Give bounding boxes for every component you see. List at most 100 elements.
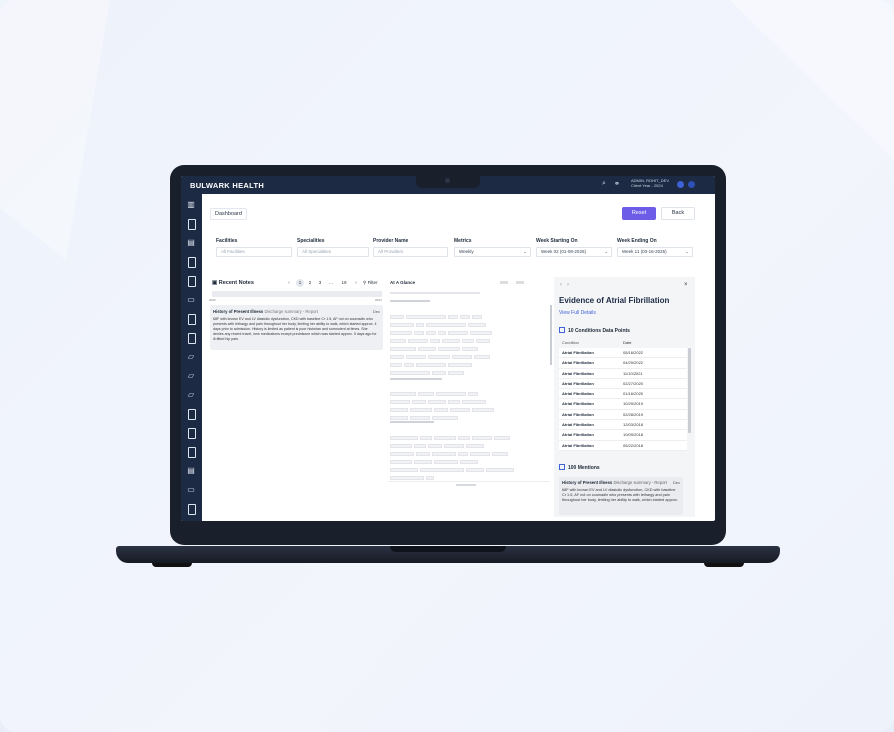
document-icon[interactable] [186, 257, 196, 268]
page-ellipsis: ... [329, 280, 333, 285]
date-cell: 04/29/2022 [623, 360, 644, 366]
timeline-track[interactable] [212, 291, 382, 297]
condition-cell: Atrial Fibrillation [562, 401, 594, 407]
table-row[interactable]: Atrial Fibrillation 02/28/2019 [559, 409, 687, 421]
chip-row [390, 435, 540, 448]
view-full-details-link[interactable]: View Full Details [559, 310, 596, 316]
chevron-down-icon: ⌄ [604, 249, 608, 254]
document-icon[interactable] [186, 447, 196, 458]
pager-placeholder [456, 484, 476, 486]
document-icon[interactable] [186, 276, 196, 287]
chat-icon[interactable]: ▱ [186, 352, 196, 362]
close-icon[interactable]: × [684, 282, 688, 288]
mention-heading: History of Present Illness Discharge sum… [562, 480, 667, 485]
condition-cell: Atrial Fibrillation [562, 411, 594, 417]
filter-icon: ⚲ [363, 280, 367, 285]
table-row[interactable]: Atrial Fibrillation 02/27/2020 [559, 378, 687, 390]
column-condition: Condition [562, 340, 579, 345]
reset-button[interactable]: Reset [622, 207, 656, 220]
back-button[interactable]: Back [661, 207, 695, 220]
page-3[interactable]: 3 [316, 279, 324, 287]
timeline-year-end: 2024 [375, 298, 382, 302]
mentions-icon [559, 464, 565, 470]
table-scrollbar[interactable] [688, 348, 691, 433]
table-row[interactable]: Atrial Fibrillation 12/03/2018 [559, 420, 687, 431]
notification-icon[interactable] [677, 181, 684, 188]
date-cell: 02/27/2020 [623, 380, 644, 386]
table-row[interactable]: Atrial Fibrillation 04/29/2022 [559, 358, 687, 369]
page-2[interactable]: 2 [306, 279, 314, 287]
evidence-title: Evidence of Atrial Fibrillation [559, 296, 670, 305]
date-cell: 02/28/2019 [623, 411, 644, 417]
chip-row [390, 338, 540, 351]
filter-button[interactable]: ⚲ Filter [363, 280, 378, 286]
card-icon[interactable]: ▭ [186, 295, 196, 305]
chip-row [390, 427, 540, 440]
prev-icon[interactable]: ‹ [560, 282, 562, 288]
mention-body: 68F with known EV and LV diastolic dysfu… [562, 488, 679, 502]
sidebar: ▥ ▤ ▭ ▱ ▱ ▱ ▤ ▭ [181, 194, 202, 521]
filter-label: Filter [367, 280, 378, 285]
document-icon[interactable] [186, 333, 196, 344]
user-info[interactable]: ADMIN, ROHIT_DEV Client Year - 2024 [631, 178, 669, 188]
date-cell: 05/22/2018 [623, 442, 644, 448]
search-icon[interactable]: ⌕ [602, 180, 606, 188]
facilities-input[interactable]: All Facilities [216, 247, 292, 257]
page-19[interactable]: 19 [340, 279, 348, 287]
power-icon[interactable] [688, 181, 695, 188]
table-row[interactable]: Atrial Fibrillation 01/16/2020 [559, 389, 687, 400]
table-row[interactable]: Atrial Fibrillation 05/22/2018 [559, 440, 687, 451]
conditions-table: Condition Date Atrial Fibrillation 05/16/2… [559, 338, 687, 451]
mention-card[interactable]: History of Present Illness Discharge sum… [559, 477, 683, 515]
at-a-glance-scrollbar[interactable] [550, 305, 552, 365]
at-a-glance-panel: At A Glance [388, 277, 552, 513]
table-icon [559, 327, 565, 333]
prev-page-icon[interactable]: ‹ [285, 279, 293, 287]
table-row[interactable]: Atrial Fibrillation 11/10/2021 [559, 368, 687, 379]
date-cell: 10/09/2018 [623, 432, 644, 438]
chip-row [390, 346, 540, 359]
breadcrumb-dashboard[interactable]: Dashboard [210, 208, 247, 220]
chat-icon[interactable]: ▱ [186, 371, 196, 381]
next-icon[interactable]: › [567, 282, 569, 288]
list-icon[interactable]: ▤ [186, 238, 196, 248]
list-icon[interactable]: ▤ [186, 466, 196, 476]
note-date: Dec [372, 309, 380, 314]
week-end-select[interactable]: Week 11 (03-16-2025) ⌄ [617, 247, 693, 257]
page-1[interactable]: 1 [296, 279, 304, 287]
metrics-select[interactable]: Weekly ⌄ [454, 247, 531, 257]
chip-row [390, 362, 540, 375]
filter-metrics: Metrics Weekly ⌄ [454, 238, 531, 257]
table-row[interactable]: Atrial Fibrillation 10/09/2018 [559, 430, 687, 441]
table-row[interactable]: Atrial Fibrillation 10/29/2019 [559, 399, 687, 410]
laptop-foot [704, 563, 744, 567]
link-icon[interactable]: ⚭ [614, 180, 620, 188]
filter-specialities: Specialities All Specialities [297, 238, 369, 257]
document-icon[interactable] [186, 428, 196, 439]
section-heading-placeholder [390, 378, 442, 380]
chart-icon[interactable]: ▥ [186, 200, 196, 210]
chip-row [390, 399, 540, 412]
table-row[interactable]: Atrial Fibrillation 05/16/2022 [559, 348, 687, 359]
chat-icon[interactable]: ▱ [186, 390, 196, 400]
chip-row [390, 330, 540, 343]
note-body: 68F with known EV and LV diastolic dysfu… [213, 317, 377, 341]
document-icon[interactable] [186, 409, 196, 420]
week-start-select[interactable]: Week 02 (01-08-2025) ⌄ [536, 247, 612, 257]
document-icon[interactable] [186, 504, 196, 515]
week-end-value: Week 11 (03-16-2025) [622, 249, 667, 254]
filter-label: Week Ending On [617, 238, 657, 244]
filter-label: Provider Name [373, 238, 409, 244]
date-cell: 10/29/2019 [623, 401, 644, 407]
provider-input[interactable]: All Providers [373, 247, 448, 257]
document-search-icon[interactable] [186, 219, 196, 230]
placeholder-bar [516, 281, 524, 284]
specialities-input[interactable]: All Specialities [297, 247, 369, 257]
card-icon[interactable]: ▭ [186, 485, 196, 495]
condition-cell: Atrial Fibrillation [562, 370, 594, 376]
note-card[interactable]: History of Present Illness Discharge sum… [210, 305, 383, 350]
evidence-panel: ‹ › × Evidence of Atrial Fibrillation Vi… [554, 277, 695, 517]
document-icon[interactable] [186, 314, 196, 325]
chevron-down-icon: ⌄ [523, 249, 527, 254]
next-page-icon[interactable]: › [352, 279, 360, 287]
